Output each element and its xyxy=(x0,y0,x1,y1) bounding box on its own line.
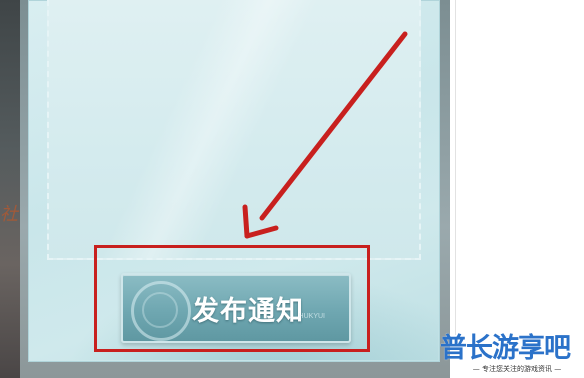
watermark-tagline: — 专注您关注的游戏资讯 — xyxy=(472,365,562,373)
right-panel-divider xyxy=(455,0,456,335)
red-arrow-icon xyxy=(242,31,408,239)
watermark-logo: 普长游享吧 xyxy=(440,333,571,364)
